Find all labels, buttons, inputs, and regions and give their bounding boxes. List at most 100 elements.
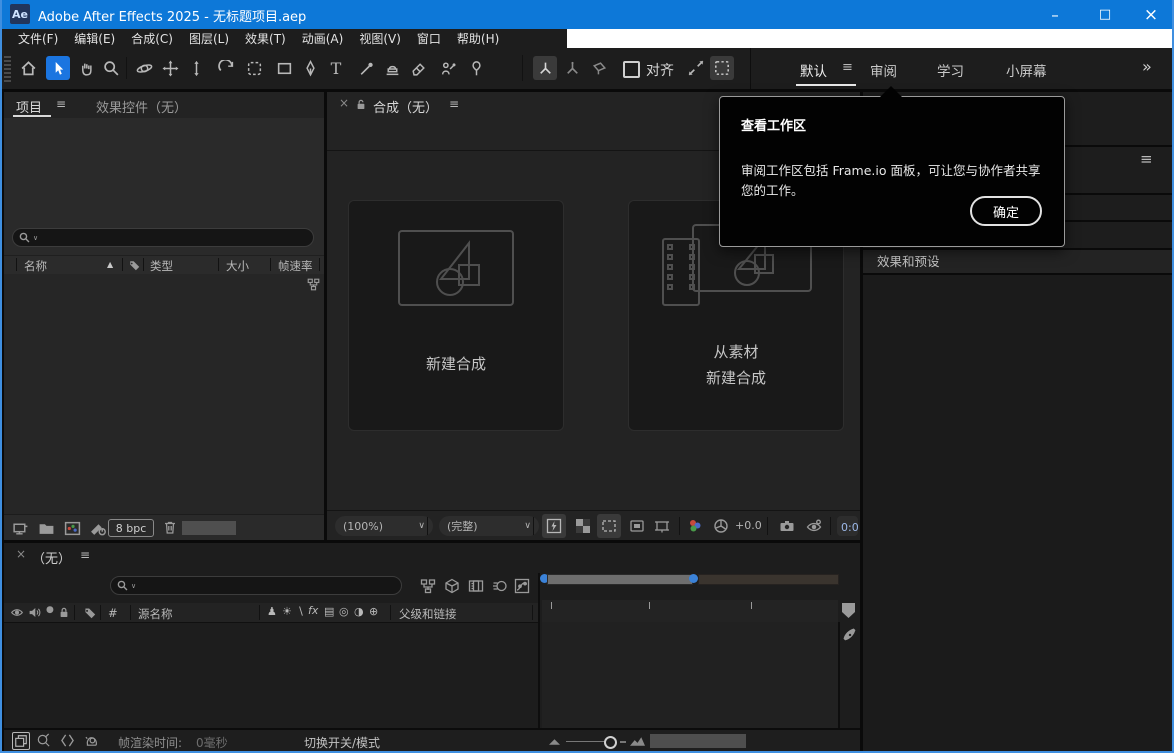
- magnification-dropdown[interactable]: (100%) ∨: [335, 516, 433, 536]
- effects-presets-content[interactable]: [863, 275, 1174, 751]
- workspace-tab-review[interactable]: 审阅: [870, 60, 897, 80]
- ok-button[interactable]: 确定: [970, 196, 1042, 226]
- puppet-pin-tool[interactable]: [464, 56, 488, 80]
- threed-layer-switch-icon[interactable]: ⊕: [369, 605, 378, 618]
- parent-link-column[interactable]: 父级和链接: [399, 606, 457, 622]
- orbit-camera-tool[interactable]: [132, 56, 156, 80]
- menu-effect[interactable]: 效果(T): [237, 30, 294, 47]
- workspace-menu-icon[interactable]: ≡: [842, 60, 853, 75]
- color-depth-icon[interactable]: [90, 520, 107, 537]
- minimize-button[interactable]: –: [1032, 0, 1078, 29]
- collapse-transformations-icon[interactable]: ☀: [282, 605, 292, 618]
- workspace-tab-small-screen[interactable]: 小屏幕: [1006, 60, 1047, 80]
- text-tool[interactable]: T: [324, 56, 348, 80]
- mask-and-shape-visibility-icon[interactable]: [629, 518, 645, 534]
- pen-tool[interactable]: [298, 56, 322, 80]
- menu-layer[interactable]: 图层(L): [181, 30, 237, 47]
- project-bottom-scrollbar[interactable]: [182, 521, 236, 535]
- label-column-icon[interactable]: [83, 606, 96, 619]
- zoom-tool[interactable]: [99, 56, 123, 80]
- project-panel-menu-icon[interactable]: ≡: [56, 97, 66, 111]
- snap-checkbox[interactable]: [623, 61, 640, 78]
- eraser-tool[interactable]: [406, 56, 430, 80]
- rectangle-tool[interactable]: [272, 56, 296, 80]
- frame-blending-icon[interactable]: [468, 578, 484, 594]
- column-type[interactable]: 类型: [150, 258, 173, 274]
- channel-rgb-icon[interactable]: [687, 518, 703, 534]
- tab-timeline[interactable]: （无）: [32, 548, 71, 567]
- index-column[interactable]: #: [108, 606, 118, 620]
- source-name-column[interactable]: 源名称: [138, 606, 173, 622]
- work-area-end-handle[interactable]: [689, 574, 698, 583]
- motion-blur-switch-icon[interactable]: ◎: [339, 605, 349, 618]
- local-axis-mode-icon[interactable]: [533, 56, 557, 80]
- toggle-switches-modes-button[interactable]: 切换开关/模式: [304, 734, 380, 751]
- adjustment-layer-switch-icon[interactable]: ◑: [354, 605, 364, 618]
- comp-tab-close-icon[interactable]: ×: [339, 96, 349, 110]
- new-composition-icon[interactable]: [64, 520, 81, 537]
- crop-region-icon[interactable]: [654, 518, 670, 534]
- tab-composition[interactable]: 合成（无）: [373, 97, 438, 116]
- timeline-zoom-handle[interactable]: [604, 736, 617, 749]
- transparency-grid-icon[interactable]: [575, 518, 591, 534]
- region-of-interest-icon[interactable]: [597, 514, 621, 538]
- zoom-out-timeline-icon[interactable]: [549, 737, 560, 746]
- view-axis-mode-icon[interactable]: [587, 56, 611, 80]
- rotate-tool[interactable]: [214, 56, 238, 80]
- fx-switch-icon[interactable]: fx: [308, 604, 318, 617]
- work-area-bar[interactable]: [547, 574, 693, 585]
- project-search[interactable]: ∨: [12, 228, 314, 247]
- timeline-tab-close-icon[interactable]: ×: [16, 547, 26, 561]
- mask-visibility-toggle[interactable]: [710, 56, 734, 80]
- pen-nib-icon[interactable]: [843, 627, 858, 642]
- zoom-in-timeline-icon[interactable]: [630, 735, 645, 747]
- selection-tool[interactable]: [46, 56, 70, 80]
- menu-window[interactable]: 窗口: [409, 30, 449, 47]
- quality-switch-icon[interactable]: ∖: [297, 605, 304, 618]
- motion-blur-icon[interactable]: [492, 578, 508, 594]
- timecode-field[interactable]: 0:0: [837, 516, 858, 536]
- time-ruler[interactable]: [542, 600, 838, 623]
- solo-icon[interactable]: ●: [46, 605, 54, 615]
- menu-edit[interactable]: 编辑(E): [66, 30, 123, 47]
- audio-icon[interactable]: [28, 606, 41, 619]
- label-color-column-icon[interactable]: [128, 259, 140, 271]
- close-button[interactable]: ×: [1128, 0, 1174, 29]
- in-out-pane-toggle[interactable]: [60, 733, 75, 748]
- project-flowchart-icon[interactable]: [307, 278, 320, 291]
- collapsed-panel-menu-icon[interactable]: ≡: [1140, 150, 1153, 168]
- world-axis-mode-icon[interactable]: [560, 56, 584, 80]
- clone-stamp-tool[interactable]: [380, 56, 404, 80]
- pan-camera-tool[interactable]: [158, 56, 182, 80]
- maximize-button[interactable]: □: [1082, 0, 1128, 29]
- brush-tool[interactable]: [354, 56, 378, 80]
- video-eye-icon[interactable]: [10, 606, 24, 619]
- column-size[interactable]: 大小: [226, 258, 249, 274]
- home-icon[interactable]: [16, 56, 40, 80]
- shrink-expand-icon[interactable]: [687, 59, 705, 77]
- lock-column-icon[interactable]: [58, 606, 70, 619]
- render-time-pane-toggle[interactable]: [84, 733, 99, 748]
- hand-tool[interactable]: [74, 56, 98, 80]
- column-framerate[interactable]: 帧速率: [278, 258, 313, 274]
- comp-mini-flowchart-icon[interactable]: [420, 578, 436, 594]
- work-area-remainder-bar[interactable]: [698, 574, 839, 585]
- timeline-search[interactable]: ∨: [110, 576, 402, 595]
- frame-blend-switch-icon[interactable]: ▤: [324, 605, 334, 618]
- camera-tool[interactable]: [242, 56, 266, 80]
- menu-help[interactable]: 帮助(H): [449, 30, 507, 47]
- comp-marker-bin-icon[interactable]: [842, 603, 855, 618]
- draft-3d-icon[interactable]: [444, 578, 460, 594]
- delete-icon[interactable]: [162, 519, 178, 535]
- project-list-area[interactable]: [4, 274, 324, 514]
- transfer-controls-pane-toggle[interactable]: [36, 733, 51, 748]
- comp-panel-menu-icon[interactable]: ≡: [449, 97, 459, 111]
- workspace-overflow-icon[interactable]: »: [1142, 57, 1152, 76]
- resolution-dropdown[interactable]: (完整) ∨: [439, 516, 539, 536]
- fast-preview-icon[interactable]: [542, 514, 566, 538]
- dolly-camera-tool[interactable]: [184, 56, 208, 80]
- interpret-footage-icon[interactable]: [12, 520, 29, 537]
- workspace-tab-default[interactable]: 默认: [800, 60, 827, 80]
- timeline-track-area[interactable]: [542, 622, 838, 728]
- effects-presets-header[interactable]: 效果和预设: [863, 250, 1174, 273]
